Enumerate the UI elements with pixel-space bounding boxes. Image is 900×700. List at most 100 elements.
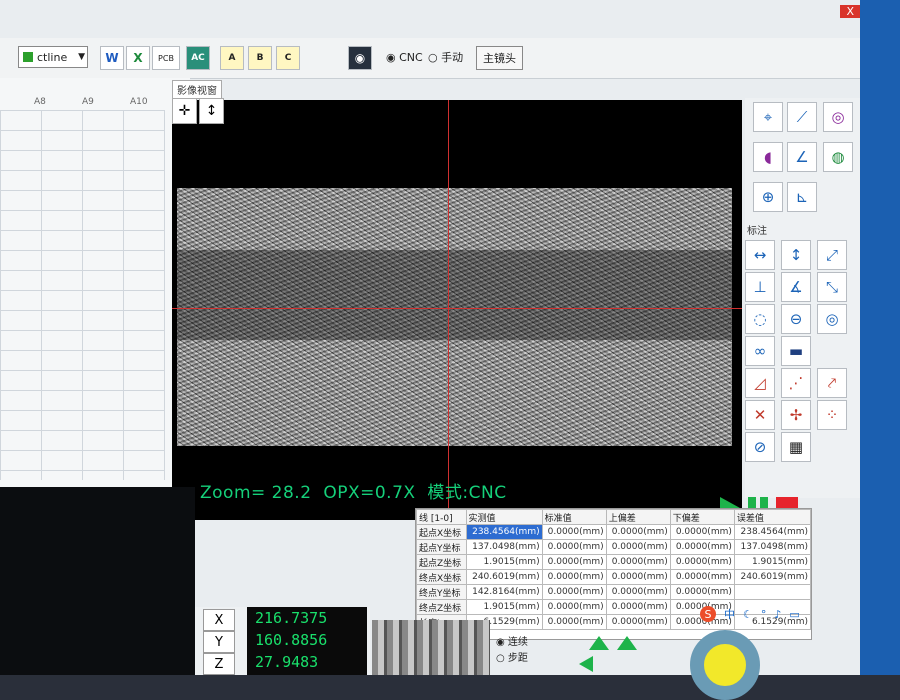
error-cell xyxy=(733,584,812,600)
vertical-measure-icon[interactable]: ↕ xyxy=(199,98,224,124)
manual-radio[interactable]: ○ 手动 xyxy=(428,46,463,68)
keyboard-icon[interactable]: ▭ xyxy=(789,608,799,621)
block-dim-icon[interactable]: ▬ xyxy=(781,336,811,366)
point-tool-icon[interactable]: ⌖ xyxy=(753,102,783,132)
actual-cell[interactable]: 240.6019(mm) xyxy=(465,569,543,585)
distance-tool-icon[interactable]: ⊕ xyxy=(753,182,783,212)
arc-tool-icon[interactable]: ◖ xyxy=(753,142,783,172)
autocad-export-icon[interactable]: AC xyxy=(186,46,210,70)
diameter-dim-icon[interactable]: ⊖ xyxy=(781,304,811,334)
close-button[interactable]: X xyxy=(840,4,860,18)
standard-cell[interactable]: 0.0000(mm) xyxy=(541,524,607,540)
jog-up-icon[interactable] xyxy=(589,636,609,650)
cnc-radio[interactable]: ◉ CNC xyxy=(386,46,423,68)
report-c-icon[interactable]: C xyxy=(276,46,300,70)
tab-image-view[interactable]: 影像视窗 xyxy=(172,80,222,99)
actual-cell[interactable]: 1.9015(mm) xyxy=(465,554,543,570)
jog-z-up-icon[interactable] xyxy=(617,636,637,650)
y-axis-button[interactable]: Y xyxy=(203,631,235,653)
lower-cell[interactable]: 0.0000(mm) xyxy=(669,539,735,555)
upper-cell[interactable]: 0.0000(mm) xyxy=(605,584,671,600)
lower-cell[interactable]: 0.0000(mm) xyxy=(669,524,735,540)
intersection-dim-icon[interactable]: ✢ xyxy=(781,400,811,430)
x-axis-button[interactable]: X xyxy=(203,609,235,631)
table-row[interactable]: 起点Z坐标 1.9015(mm) 0.0000(mm) 0.0000(mm) 0… xyxy=(416,554,812,570)
upper-cell[interactable]: 0.0000(mm) xyxy=(605,524,671,540)
jog-left-icon[interactable] xyxy=(579,656,593,672)
moon-icon[interactable]: ☾ xyxy=(743,608,753,621)
main-lens-button[interactable]: 主镜头 xyxy=(476,46,523,70)
tangent-circle-icon[interactable]: ⊘ xyxy=(745,432,775,462)
standard-cell[interactable]: 0.0000(mm) xyxy=(541,584,607,600)
actual-cell[interactable]: 137.0498(mm) xyxy=(465,539,543,555)
ime-logo-icon[interactable]: S xyxy=(700,606,716,622)
offset-dim-icon[interactable]: ⤤ xyxy=(817,368,847,398)
crosshair-icon[interactable]: ✛ xyxy=(172,98,197,124)
lower-cell[interactable]: 0.0000(mm) xyxy=(669,554,735,570)
table-row[interactable]: 起点X坐标 238.4564(mm) 0.0000(mm) 0.0000(mm)… xyxy=(416,524,812,540)
standard-cell[interactable]: 0.0000(mm) xyxy=(541,614,607,630)
x-readout: 216.7375 xyxy=(255,609,328,627)
report-b-icon[interactable]: B xyxy=(248,46,272,70)
window-controls: X xyxy=(790,0,860,22)
ellipse-tool-icon[interactable]: ◍ xyxy=(823,142,853,172)
parallel-dim-icon[interactable]: ⋰ xyxy=(781,368,811,398)
actual-cell[interactable]: 1.9015(mm) xyxy=(465,599,543,615)
lower-cell[interactable]: 0.0000(mm) xyxy=(669,584,735,600)
standard-cell[interactable]: 0.0000(mm) xyxy=(541,599,607,615)
z-axis-button[interactable]: Z xyxy=(203,653,235,675)
table-row[interactable]: 起点Y坐标 137.0498(mm) 0.0000(mm) 0.0000(mm)… xyxy=(416,539,812,555)
coordinate-tool-icon[interactable]: ⊾ xyxy=(787,182,817,212)
column-header-a10[interactable]: A10 xyxy=(130,97,148,107)
col-upper: 上偏差 xyxy=(605,509,671,525)
baseline-dim-icon[interactable]: ⊥ xyxy=(745,272,775,302)
line-type-combo[interactable]: ctline ▼ xyxy=(18,46,88,68)
z-readout: 27.9483 xyxy=(255,653,319,671)
horizontal-dim-icon[interactable]: ↔ xyxy=(745,240,775,270)
actual-cell[interactable]: 142.8164(mm) xyxy=(465,584,543,600)
angle-tool-icon[interactable]: ∠ xyxy=(787,142,817,172)
lower-cell[interactable]: 0.0000(mm) xyxy=(669,569,735,585)
vertical-dim-icon[interactable]: ↕ xyxy=(781,240,811,270)
line-tool-icon[interactable]: ⟋ xyxy=(787,102,817,132)
col-lower: 下偏差 xyxy=(669,509,735,525)
table-row[interactable]: 终点X坐标 240.6019(mm) 0.0000(mm) 0.0000(mm)… xyxy=(416,569,812,585)
report-a-icon[interactable]: A xyxy=(220,46,244,70)
actual-cell[interactable]: 238.4564(mm) xyxy=(465,524,543,540)
continuous-radio[interactable]: ◉ 连续 xyxy=(496,635,528,651)
cross-dim-icon[interactable]: ✕ xyxy=(745,400,775,430)
image-capture-icon[interactable]: ▦ xyxy=(781,432,811,462)
camera-icon[interactable]: ◉ xyxy=(348,46,372,70)
standard-cell[interactable]: 0.0000(mm) xyxy=(541,569,607,585)
pcb-export-icon[interactable]: PCB xyxy=(152,46,180,70)
standard-cell[interactable]: 0.0000(mm) xyxy=(541,539,607,555)
scatter-dim-icon[interactable]: ⁘ xyxy=(817,400,847,430)
standard-cell[interactable]: 0.0000(mm) xyxy=(541,554,607,570)
column-header-a9[interactable]: A9 xyxy=(82,97,94,107)
excel-export-icon[interactable]: X xyxy=(126,46,150,70)
aligned-dim-icon[interactable]: ⤢ xyxy=(817,240,847,270)
upper-cell[interactable]: 0.0000(mm) xyxy=(605,539,671,555)
upper-cell[interactable]: 0.0000(mm) xyxy=(605,569,671,585)
camera-view[interactable] xyxy=(172,100,742,520)
manual-radio-label: 手动 xyxy=(441,51,464,64)
upper-cell[interactable]: 0.0000(mm) xyxy=(605,554,671,570)
two-circle-icon[interactable]: ∞ xyxy=(745,336,775,366)
circle-tool-icon[interactable]: ◎ xyxy=(823,102,853,132)
step-radio[interactable]: ○ 步距 xyxy=(496,651,528,667)
radius-dim-icon[interactable]: ◌ xyxy=(745,304,775,334)
upper-cell[interactable]: 0.0000(mm) xyxy=(605,614,671,630)
mic-icon[interactable]: ♪ xyxy=(774,608,781,621)
word-export-icon[interactable]: W xyxy=(100,46,124,70)
column-header-a8[interactable]: A8 xyxy=(34,97,46,107)
angle-dim-icon[interactable]: ∡ xyxy=(781,272,811,302)
upper-cell[interactable]: 0.0000(mm) xyxy=(605,599,671,615)
slope-dim-icon[interactable]: ◿ xyxy=(745,368,775,398)
position-readout-panel: X Y Z 216.7375 160.8856 27.9483 xyxy=(195,607,370,675)
concentric-dim-icon[interactable]: ◎ xyxy=(817,304,847,334)
table-row[interactable]: 终点Y坐标 142.8164(mm) 0.0000(mm) 0.0000(mm)… xyxy=(416,584,812,600)
xy-dim-icon[interactable]: ⤡ xyxy=(817,272,847,302)
punctuation-icon[interactable]: ° xyxy=(761,608,767,621)
feature-grid[interactable] xyxy=(0,110,165,480)
ime-mode[interactable]: 中 xyxy=(724,606,735,622)
